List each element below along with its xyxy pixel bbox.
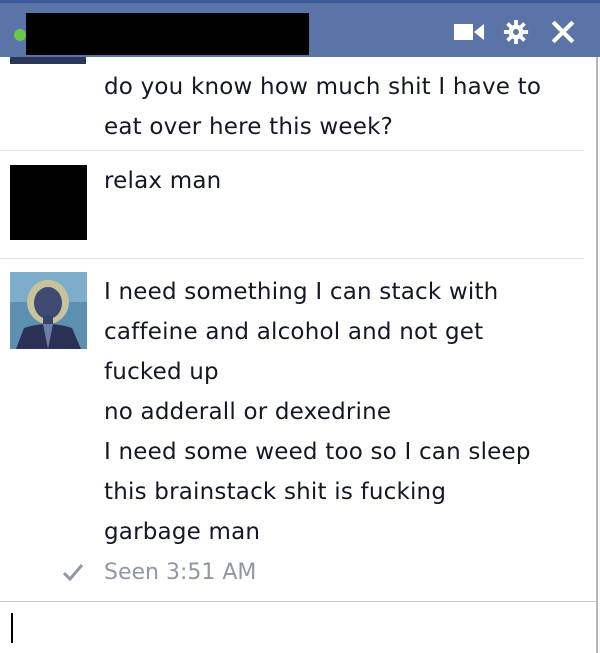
message-line: no adderall or dexedrine: [104, 399, 392, 425]
checkmark-icon: [62, 564, 84, 582]
redacted-contact-name[interactable]: [26, 13, 309, 55]
previous-avatar-edge: [10, 57, 86, 64]
gear-icon[interactable]: [502, 19, 530, 45]
message-line: relax man: [104, 168, 222, 194]
message-input[interactable]: [0, 602, 596, 653]
message-line: I need some weed too so I can sleep: [104, 439, 531, 465]
message-line: fucked up: [104, 359, 219, 385]
redacted-avatar[interactable]: [10, 165, 87, 240]
message-divider: [0, 258, 584, 259]
chat-titlebar[interactable]: [0, 0, 600, 57]
message-divider: [0, 150, 584, 151]
message-line: caffeine and alcohol and not get: [104, 319, 484, 345]
message-line: garbage man: [104, 519, 261, 545]
online-status-dot: [14, 29, 26, 41]
seen-timestamp: Seen 3:51 AM: [104, 560, 257, 585]
message-line: eat over here this week?: [104, 114, 394, 140]
video-camera-icon[interactable]: [453, 19, 485, 45]
text-caret: [11, 613, 13, 643]
close-icon[interactable]: [549, 19, 577, 45]
message-line: do you know how much shit I have to: [104, 74, 542, 100]
chat-window: do you know how much shit I have to eat …: [0, 0, 600, 653]
user-avatar[interactable]: [10, 272, 87, 349]
message-line: I need something I can stack with: [104, 279, 499, 305]
message-line: this brainstack shit is fucking: [104, 479, 447, 505]
